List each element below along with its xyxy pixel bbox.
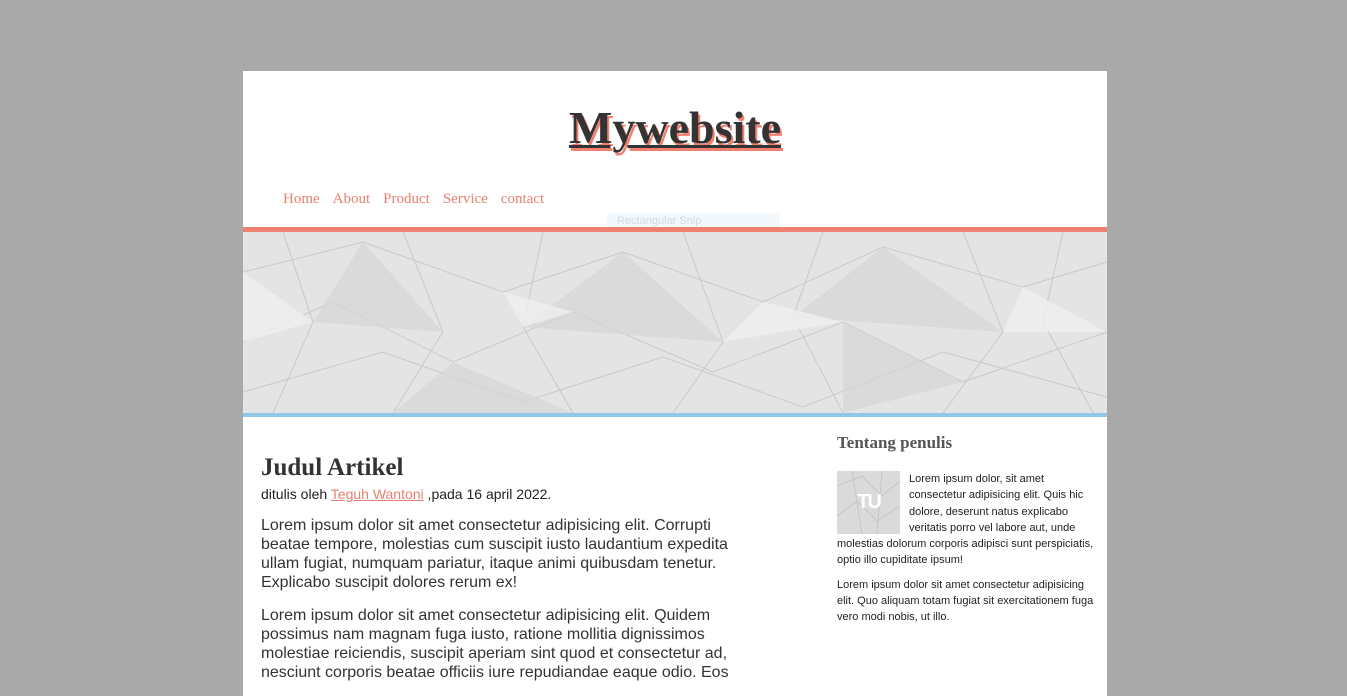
article-title: Judul Artikel <box>261 454 404 481</box>
author-bio: TU Lorem ipsum dolor, sit amet consectet… <box>837 471 1103 569</box>
hero-banner <box>243 227 1107 417</box>
article-paragraph: Lorem ipsum dolor sit amet consectetur a… <box>261 607 729 681</box>
nav-product[interactable]: Product <box>383 191 430 208</box>
article-paragraph: Lorem ipsum dolor sit amet consectetur a… <box>261 517 728 591</box>
byline-date: ,pada 16 april 2022. <box>423 486 552 502</box>
page-container: Mywebsite Home About Product Service con… <box>243 71 1107 696</box>
byline-prefix: ditulis oleh <box>261 486 331 502</box>
nav-service[interactable]: Service <box>443 191 488 208</box>
article-byline: ditulis oleh Teguh Wantoni ,pada 16 apri… <box>261 486 741 502</box>
author-sidebar: Tentang penulis TU Lorem ipsum dolor, si… <box>837 433 1103 626</box>
nav-home[interactable]: Home <box>283 191 320 208</box>
crumpled-paper-texture <box>243 232 1107 413</box>
sidebar-heading: Tentang penulis <box>837 433 953 452</box>
author-bio-extra: Lorem ipsum dolor sit amet consectetur a… <box>837 578 1094 624</box>
site-title[interactable]: Mywebsite <box>243 101 1107 154</box>
avatar-initials: TU <box>857 491 882 514</box>
main-nav: Home About Product Service contact <box>283 191 544 208</box>
article: Judul Artikel ditulis oleh Teguh Wantoni… <box>261 454 741 682</box>
nav-about[interactable]: About <box>333 191 371 208</box>
author-link[interactable]: Teguh Wantoni <box>331 486 424 502</box>
nav-contact[interactable]: contact <box>501 191 544 208</box>
author-avatar: TU <box>837 471 900 534</box>
